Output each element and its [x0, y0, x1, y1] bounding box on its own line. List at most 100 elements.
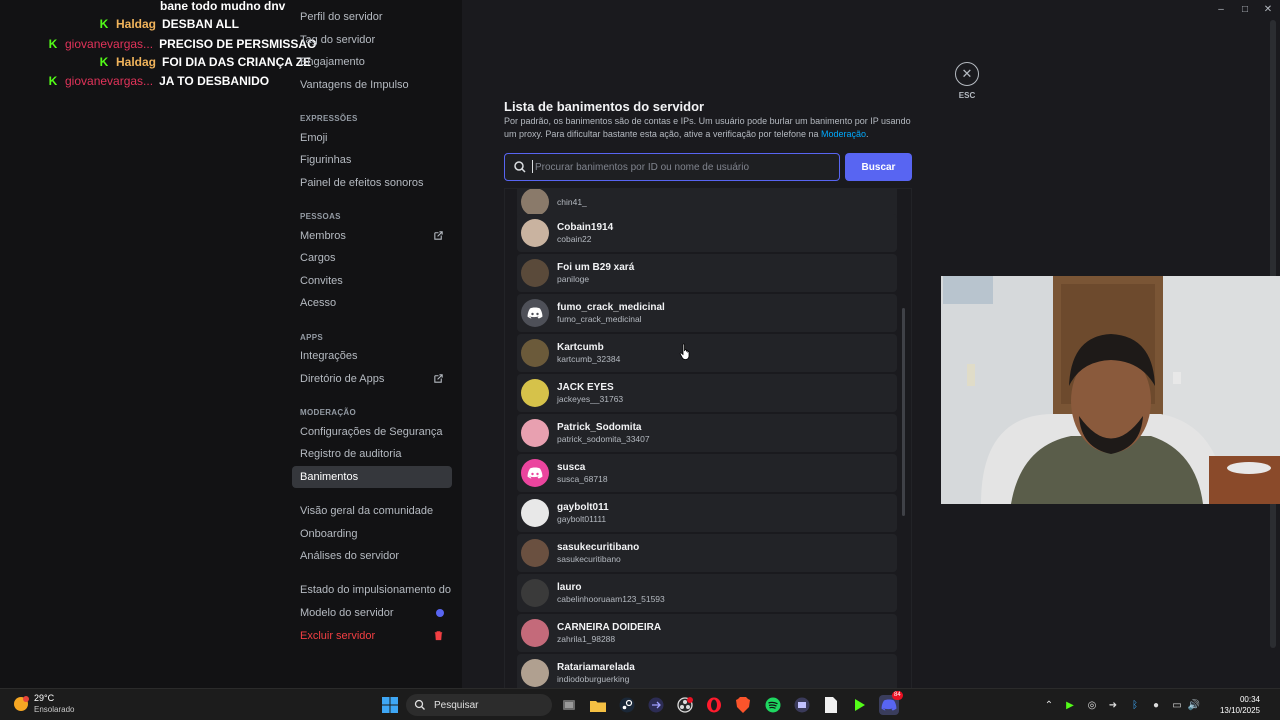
ban-row[interactable]: CARNEIRA DOIDEIRA zahrila1_98288	[517, 614, 897, 652]
ban-display-name: fumo_crack_medicinal	[557, 302, 665, 313]
menu-item-community-overview[interactable]: Visão geral da comunidade	[292, 500, 452, 522]
ban-row[interactable]: gaybolt011 gaybolt01111	[517, 494, 897, 532]
webcam-video	[941, 276, 1280, 504]
app-icon-2[interactable]	[792, 695, 812, 715]
discord-avatar	[521, 459, 549, 487]
ban-row[interactable]: Foi um B29 xará paniloge	[517, 254, 897, 292]
opera-icon[interactable]	[704, 695, 724, 715]
ban-search-input[interactable]	[535, 161, 825, 173]
menu-item-members[interactable]: Membros	[292, 225, 452, 247]
external-link-icon	[434, 374, 443, 383]
app-icon[interactable]	[646, 695, 666, 715]
chat-message: FOI DIA DAS CRIANÇA ZE	[162, 55, 312, 69]
tray-arrow-icon[interactable]: ➜	[1106, 698, 1120, 712]
ban-row[interactable]: sasukecuritibano sasukecuritibano	[517, 534, 897, 572]
ban-row[interactable]: Patrick_Sodomita patrick_sodomita_33407	[517, 414, 897, 452]
kick-tray-icon[interactable]: ▶	[1063, 698, 1077, 712]
page-title: Lista de banimentos do servidor	[504, 99, 705, 114]
chat-username: Haldag	[116, 55, 157, 69]
ban-list-scrollbar[interactable]	[902, 308, 905, 516]
menu-item-onboarding[interactable]: Onboarding	[292, 523, 452, 545]
esc-label: ESC	[958, 91, 976, 100]
menu-item-emoji[interactable]: Emoji	[292, 127, 452, 149]
file-explorer-icon[interactable]	[588, 695, 608, 715]
chat-line: K giovanevargas... JA TO DESBANIDO	[47, 72, 269, 90]
chat-username: giovanevargas...	[65, 37, 154, 51]
discord-icon	[527, 307, 543, 319]
maximize-button[interactable]: □	[1240, 5, 1250, 15]
tray-app-icon[interactable]: ◎	[1085, 698, 1099, 712]
ban-display-name: Cobain1914	[557, 222, 614, 233]
windows-icon	[382, 697, 398, 713]
system-clock[interactable]: 00:34 13/10/2025	[1204, 694, 1260, 716]
menu-item-app-directory[interactable]: Diretório de Apps	[292, 368, 452, 390]
moderation-link[interactable]: Moderação	[821, 129, 866, 139]
ban-row[interactable]: Cobain1914 cobain22	[517, 214, 897, 252]
ban-display-name: susca	[557, 462, 586, 473]
menu-item-bans[interactable]: Banimentos	[292, 466, 452, 488]
photo-avatar	[521, 419, 549, 447]
ban-username: cabelinhooruaam123_51593	[557, 594, 665, 604]
ban-username: indiodoburguerking	[557, 674, 630, 684]
menu-item-soundboard[interactable]: Painel de efeitos sonoros	[292, 172, 452, 194]
chat-message: bane todo mudno dnv	[160, 0, 286, 13]
menu-item-stickers[interactable]: Figurinhas	[292, 149, 452, 171]
discord-icon	[881, 699, 897, 711]
close-window-button[interactable]: ✕	[1263, 5, 1273, 15]
menu-item-safety-settings[interactable]: Configurações de Segurança	[292, 421, 452, 443]
menu-item-label: Membros	[300, 230, 346, 242]
volume-icon[interactable]: 🔊	[1187, 698, 1201, 712]
ban-display-name: Kartcumb	[557, 342, 604, 353]
close-settings-button[interactable]: ✕	[955, 62, 979, 86]
ban-row[interactable]: JACK EYES jackeyes__31763	[517, 374, 897, 412]
ban-row[interactable]: lauro cabelinhooruaam123_51593	[517, 574, 897, 612]
menu-item-server-profile[interactable]: Perfil do servidor	[292, 6, 452, 28]
menu-item-server-tag[interactable]: Tag do servidor	[292, 29, 452, 51]
network-icon[interactable]: ▭	[1170, 698, 1184, 712]
clock-time: 00:34	[1239, 695, 1260, 704]
bluetooth-icon[interactable]: ᛒ	[1128, 698, 1142, 712]
ban-row[interactable]: Kartcumb kartcumb_32384	[517, 334, 897, 372]
menu-item-boost-perks[interactable]: Vantagens de Impulso	[292, 74, 452, 96]
taskbar-search[interactable]: Pesquisar	[406, 694, 552, 716]
menu-item-boost-status[interactable]: Estado do impulsionamento do servidor	[292, 579, 452, 601]
menu-item-delete-server[interactable]: Excluir servidor	[292, 625, 452, 647]
ban-row[interactable]: fumo_crack_medicinal fumo_crack_medicinal	[517, 294, 897, 332]
minimize-button[interactable]: –	[1216, 5, 1226, 15]
obs-icon[interactable]	[675, 695, 695, 715]
sun-icon	[14, 696, 29, 711]
menu-item-audit-log[interactable]: Registro de auditoria	[292, 443, 452, 465]
ban-username: fumo_crack_medicinal	[557, 314, 642, 324]
menu-item-server-template[interactable]: Modelo do servidor	[292, 602, 452, 624]
discord-notification-badge: 84	[892, 691, 903, 700]
spotify-icon[interactable]	[763, 695, 783, 715]
chevron-up-icon[interactable]: ⌃	[1042, 698, 1056, 712]
ban-display-name: CARNEIRA DOIDEIRA	[557, 622, 662, 633]
task-view-icon[interactable]	[559, 695, 579, 715]
ban-username: susca_68718	[557, 474, 608, 484]
steam-icon[interactable]	[617, 695, 637, 715]
kick-icon: K	[99, 55, 109, 69]
discord-taskbar-icon[interactable]: 84	[879, 691, 903, 715]
menu-item-access[interactable]: Acesso	[292, 292, 452, 314]
ban-display-name: gaybolt011	[557, 502, 609, 513]
taskbar-search-label: Pesquisar	[434, 699, 479, 711]
photo-avatar	[521, 659, 549, 687]
microphone-icon[interactable]: ●	[1149, 698, 1163, 712]
brave-icon[interactable]	[733, 695, 753, 715]
notepad-icon[interactable]	[821, 695, 841, 715]
ban-row[interactable]: Ratariamarelada indiodoburguerking	[517, 654, 897, 688]
chat-line: K Haldag DESBAN ALL	[98, 15, 239, 33]
ban-row[interactable]: susca susca_68718	[517, 454, 897, 492]
play-icon[interactable]	[850, 695, 870, 715]
stream-chat-overlay: bane todo mudno dnv K Haldag DESBAN ALL …	[0, 0, 320, 100]
menu-item-engagement[interactable]: Engajamento	[292, 51, 452, 73]
start-button[interactable]	[380, 695, 400, 715]
menu-item-invites[interactable]: Convites	[292, 270, 452, 292]
menu-item-integrations[interactable]: Integrações	[292, 345, 452, 367]
menu-item-roles[interactable]: Cargos	[292, 247, 452, 269]
weather-widget[interactable]: 29°C Ensolarado	[12, 693, 74, 715]
menu-item-server-insights[interactable]: Análises do servidor	[292, 545, 452, 567]
chat-username: Haldag	[116, 17, 157, 31]
search-button[interactable]: Buscar	[845, 153, 912, 181]
